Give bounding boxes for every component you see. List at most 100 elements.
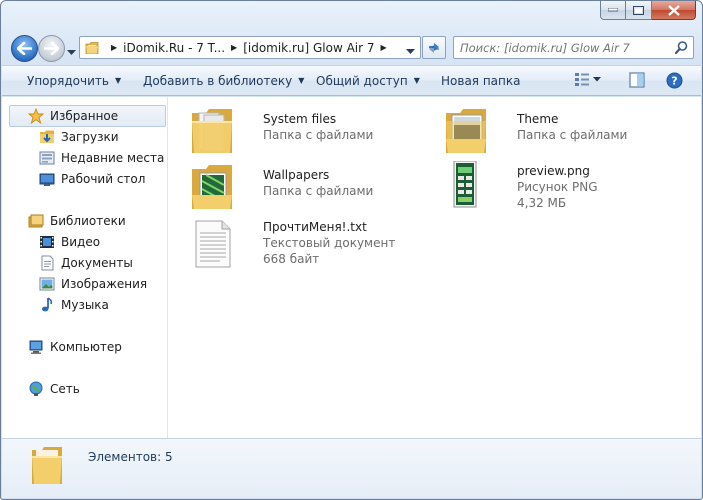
documents-icon [39, 255, 55, 271]
sidebar-item-video[interactable]: Видео [39, 234, 100, 250]
chevron-down-icon: ▼ [413, 76, 420, 85]
recent-pages-dropdown[interactable] [67, 45, 76, 59]
caption-buttons [600, 1, 696, 21]
video-icon [39, 234, 55, 250]
sidebar-item-label: Библиотеки [50, 214, 126, 228]
change-view-button[interactable] [574, 72, 590, 87]
folder-icon [190, 161, 238, 213]
pictures-icon [39, 276, 55, 292]
minimize-icon [608, 8, 618, 12]
file-name: ПрочтиМеня!.txt [263, 220, 367, 234]
computer-icon [28, 339, 44, 355]
file-item-wallpapers[interactable]: Wallpapers Папка с файлами [190, 161, 373, 213]
explorer-window: ▶ iDomik.Ru - 7 T... ▶ [idomik.ru] Glow … [0, 0, 703, 500]
sidebar-item-label: Музыка [61, 298, 109, 312]
forward-button[interactable] [38, 35, 65, 62]
sidebar-item-pictures[interactable]: Изображения [39, 276, 147, 292]
folder-icon [85, 41, 99, 54]
view-options-icon [575, 73, 589, 86]
preview-pane-button[interactable] [629, 72, 645, 88]
file-name: System files [263, 112, 337, 126]
add-to-library-label: Добавить в библиотеку [143, 73, 293, 88]
share-button[interactable]: Общий доступ ▼ [316, 74, 420, 88]
sidebar-item-label: Сеть [50, 382, 80, 396]
svg-text:?: ? [671, 75, 677, 88]
chevron-down-icon [406, 49, 415, 54]
file-item-system-files[interactable]: System files Папка с файлами [190, 105, 373, 157]
search-input[interactable] [460, 40, 665, 56]
search-icon[interactable] [675, 41, 688, 54]
preview-pane-icon [629, 72, 645, 88]
image-file-icon [444, 160, 492, 213]
vertical-scrollbar[interactable] [693, 97, 701, 438]
sidebar-item-label: Рабочий стол [61, 172, 146, 186]
file-size: 4,32 МБ [517, 196, 567, 210]
chevron-down-icon: ▼ [114, 76, 122, 85]
sidebar-item-music[interactable]: Музыка [39, 297, 109, 313]
sidebar-item-label: Недавние места [61, 151, 165, 165]
file-meta: ПрочтиМеня!.txt Текстовый документ 668 б… [263, 217, 395, 269]
folder-icon [190, 105, 238, 157]
file-item-theme[interactable]: Theme Папка с файлами [444, 105, 627, 157]
sidebar-item-downloads[interactable]: Загрузки [39, 129, 119, 145]
chevron-down-icon [67, 50, 76, 55]
address-history-dropdown[interactable] [406, 44, 415, 58]
music-icon [39, 297, 55, 313]
details-pane: Элементов: 5 [2, 438, 701, 498]
sidebar-item-label: Видео [61, 235, 101, 249]
breadcrumb-item-current[interactable]: [idomik.ru] Glow Air 7 [243, 41, 374, 55]
maximize-icon [633, 5, 644, 15]
view-options-dropdown[interactable] [593, 77, 601, 82]
sidebar-item-documents[interactable]: Документы [39, 255, 133, 271]
breadcrumb-item-parent[interactable]: iDomik.Ru - 7 T... [123, 41, 225, 55]
file-meta: preview.png Рисунок PNG 4,32 МБ [517, 161, 598, 213]
sidebar-item-libraries[interactable]: Библиотеки [28, 213, 126, 229]
refresh-button[interactable] [422, 36, 446, 59]
minimize-button[interactable] [600, 1, 626, 20]
file-meta: Theme Папка с файлами [517, 105, 627, 157]
file-type: Папка с файлами [517, 128, 628, 142]
help-icon: ? [666, 72, 683, 89]
sidebar-item-label: Избранное [50, 109, 119, 123]
sidebar-item-computer[interactable]: Компьютер [28, 339, 122, 355]
file-name: Wallpapers [263, 168, 330, 182]
help-button[interactable]: ? [666, 72, 683, 89]
close-button[interactable] [652, 1, 696, 20]
file-name: preview.png [517, 164, 590, 178]
refresh-icon [429, 42, 439, 53]
sidebar-item-recent-places[interactable]: Недавние места [39, 150, 164, 166]
maximize-button[interactable] [626, 1, 652, 20]
file-type: Рисунок PNG [517, 180, 598, 194]
address-bar[interactable]: ▶ iDomik.Ru - 7 T... ▶ [idomik.ru] Glow … [79, 36, 421, 59]
breadcrumb-separator-icon[interactable]: ▶ [381, 43, 387, 52]
file-meta: System files Папка с файлами [263, 105, 373, 157]
address-row: ▶ iDomik.Ru - 7 T... ▶ [idomik.ru] Glow … [1, 31, 702, 63]
breadcrumb-separator-icon[interactable]: ▶ [111, 43, 117, 52]
folder-icon [32, 447, 62, 484]
organize-button[interactable]: Упорядочить ▼ [27, 74, 121, 88]
sidebar-item-network[interactable]: Сеть [28, 381, 80, 397]
new-folder-button[interactable]: Новая папка [441, 74, 520, 88]
breadcrumb: ▶ iDomik.Ru - 7 T... ▶ [idomik.ru] Glow … [105, 41, 393, 55]
sidebar-item-favorites[interactable]: Избранное [28, 108, 118, 124]
back-button[interactable] [11, 35, 38, 62]
breadcrumb-separator-icon[interactable]: ▶ [231, 43, 237, 52]
new-folder-label: Новая папка [441, 73, 521, 88]
sidebar-item-desktop[interactable]: Рабочий стол [39, 171, 145, 187]
search-box[interactable] [453, 36, 694, 59]
file-type: Текстовый документ [263, 236, 396, 250]
file-list: System files Папка с файлами Theme Папка… [168, 97, 693, 438]
share-label: Общий доступ [316, 73, 408, 88]
file-type: Папка с файлами [263, 184, 374, 198]
file-item-readme-txt[interactable]: ПрочтиМеня!.txt Текстовый документ 668 б… [190, 217, 395, 269]
file-type: Папка с файлами [263, 128, 374, 142]
folder-icon [444, 105, 492, 157]
close-icon [667, 4, 680, 16]
downloads-icon [39, 129, 55, 145]
file-meta: Wallpapers Папка с файлами [263, 161, 373, 213]
command-bar: Упорядочить ▼ Добавить в библиотеку ▼ Об… [2, 65, 701, 96]
recent-places-icon [39, 150, 55, 166]
file-item-preview-png[interactable]: preview.png Рисунок PNG 4,32 МБ [444, 160, 598, 213]
add-to-library-button[interactable]: Добавить в библиотеку ▼ [143, 74, 304, 88]
file-name: Theme [517, 112, 559, 126]
